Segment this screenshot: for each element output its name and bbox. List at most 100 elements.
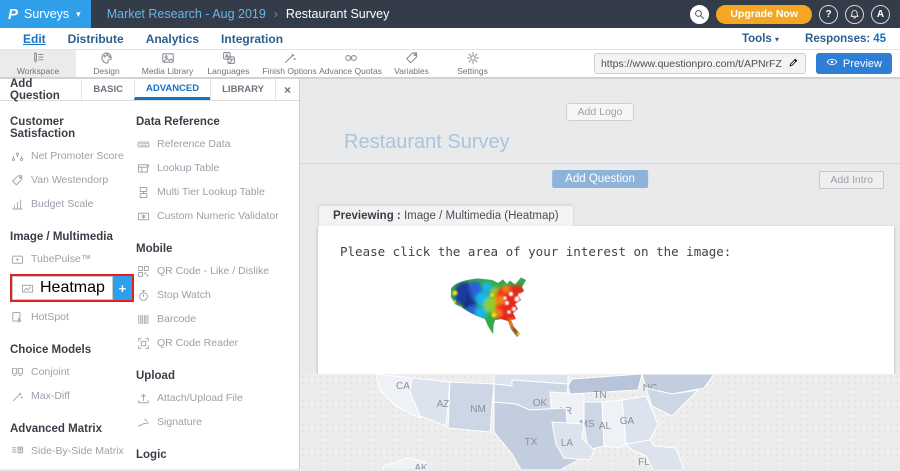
video-icon — [10, 252, 24, 266]
panel-tab-library[interactable]: LIBRARY — [210, 79, 275, 100]
section-title: Upload — [136, 370, 299, 382]
avatar[interactable]: A — [871, 5, 890, 24]
question-type-label: Reference Data — [157, 138, 231, 150]
state-label-fl: FL — [638, 457, 650, 468]
question-type-heatmap[interactable]: Heatmap — [12, 276, 113, 300]
question-type-conjoint[interactable]: Conjoint — [10, 360, 124, 384]
question-type-net-promoter-score[interactable]: Net Promoter Score — [10, 144, 124, 168]
section-title: Logic — [136, 449, 299, 461]
add-question-button[interactable]: Add Question — [552, 170, 648, 188]
responses-count: 45 — [873, 33, 886, 45]
question-type-reference-data[interactable]: Reference Data — [136, 132, 299, 156]
surveys-menu[interactable]: P Surveys ▾ — [0, 0, 91, 28]
section-title: Image / Multimedia — [10, 231, 124, 243]
qr-icon — [136, 264, 150, 278]
state-label-ga: GA — [620, 416, 635, 427]
question-type-qr-code-reader[interactable]: QR Code Reader — [136, 331, 299, 355]
question-type-hotspot[interactable]: HotSpot — [10, 305, 124, 329]
previewing-tab: Previewing : Image / Multimedia (Heatmap… — [318, 205, 574, 226]
divider — [300, 163, 900, 164]
question-type-max-diff[interactable]: Max-Diff — [10, 384, 124, 408]
toolbar-item-label: Design — [93, 66, 119, 76]
eye-icon — [826, 56, 838, 71]
question-type-label: QR Code Reader — [157, 337, 238, 349]
upload-icon — [136, 391, 150, 405]
question-type-randomizer[interactable]: Randomizer — [136, 465, 299, 469]
state-label-ak: AK — [414, 463, 428, 469]
conjoint-icon — [10, 365, 24, 379]
preview-button[interactable]: Preview — [816, 53, 892, 74]
question-type-van-westendorp[interactable]: Van Westendorp — [10, 168, 124, 192]
toolbar-item-languages[interactable]: Languages — [198, 50, 259, 77]
question-type-label: Net Promoter Score — [31, 150, 124, 162]
toolbar-item-label: Advance Quotas — [319, 66, 382, 76]
question-type-label: Custom Numeric Validator — [157, 210, 279, 222]
question-type-label: TubePulse™ — [31, 253, 91, 265]
nav-tab-edit[interactable]: Edit — [12, 32, 57, 46]
tag-icon — [10, 173, 24, 187]
nav-tab-analytics[interactable]: Analytics — [135, 32, 210, 46]
nav-tab-integration[interactable]: Integration — [210, 32, 294, 46]
responses-link[interactable]: Responses:45 — [805, 33, 886, 45]
panel-tab-advanced[interactable]: ADVANCED — [134, 79, 210, 100]
question-type-tubepulse[interactable]: TubePulse™ — [10, 247, 124, 271]
breadcrumb-survey: Restaurant Survey — [286, 7, 390, 21]
question-type-side-by-side-matrix[interactable]: Side-By-Side Matrix — [10, 439, 124, 463]
grid-icon — [10, 468, 24, 469]
question-type-lookup-table[interactable]: Lookup Table — [136, 156, 299, 180]
lookup-icon — [136, 161, 150, 175]
section-title: Advanced Matrix — [10, 423, 124, 435]
question-type-label: Max-Diff — [31, 390, 70, 402]
question-type-label: HotSpot — [31, 311, 69, 323]
panel-tab-basic[interactable]: BASIC — [81, 79, 134, 100]
toolbar-item-workspace[interactable]: Workspace — [0, 50, 76, 77]
toolbar-item-finish-options[interactable]: Finish Options — [259, 50, 320, 77]
question-type-multi-tier-lookup-table[interactable]: Multi Tier Lookup Table — [136, 180, 299, 204]
survey-title[interactable]: Restaurant Survey — [344, 131, 900, 154]
toolbar-item-design[interactable]: Design — [76, 50, 137, 77]
question-type-label: Multi Tier Lookup Table — [157, 186, 265, 198]
nav-tab-distribute[interactable]: Distribute — [57, 32, 135, 46]
state-label-al: AL — [599, 421, 612, 432]
survey-url: https://www.questionpro.com/t/APNrFZ — [601, 58, 782, 70]
upgrade-now-button[interactable]: Upgrade Now — [716, 5, 812, 24]
question-type-label: Side-By-Side Matrix — [31, 445, 124, 457]
state-shape-fl[interactable] — [626, 440, 684, 469]
validator-icon — [136, 209, 150, 223]
question-type-label: Barcode — [157, 313, 196, 325]
toolbar-item-label: Media Library — [142, 66, 194, 76]
usa-heatmap-image[interactable] — [448, 272, 552, 340]
notifications-button[interactable] — [845, 5, 864, 24]
toolbar-item-variables[interactable]: Variables — [381, 50, 442, 77]
pencil-icon[interactable] — [788, 55, 799, 73]
question-type-signature[interactable]: Signature — [136, 410, 299, 434]
question-type-stop-watch[interactable]: Stop Watch — [136, 283, 299, 307]
search-button[interactable] — [690, 5, 709, 24]
question-type-label: Van Westendorp — [31, 174, 108, 186]
toolbar-item-settings[interactable]: Settings — [442, 50, 503, 77]
media-icon — [161, 51, 175, 65]
toolbar-item-media-library[interactable]: Media Library — [137, 50, 198, 77]
question-type-budget-scale[interactable]: Budget Scale — [10, 192, 124, 216]
add-logo-button[interactable]: Add Logo — [566, 103, 635, 121]
question-type-label: Attach/Upload File — [157, 392, 243, 404]
close-panel-button[interactable]: × — [275, 79, 299, 100]
help-button[interactable]: ? — [819, 5, 838, 24]
question-type-barcode[interactable]: Barcode — [136, 307, 299, 331]
design-icon — [100, 51, 114, 65]
question-type-complex-grid-flex-matrix[interactable]: Complex Grid / Flex Matrix — [10, 463, 124, 469]
question-preview-card: Please click the area of your interest o… — [318, 226, 894, 374]
state-label-nm: NM — [470, 404, 486, 415]
tiers-icon — [136, 185, 150, 199]
question-type-attach-upload-file[interactable]: Attach/Upload File — [136, 386, 299, 410]
us-map-preview[interactable]: CAAZNMOKARTNNCSCMSALGATXLAFLAK — [300, 374, 900, 469]
question-type-custom-numeric-validator[interactable]: Custom Numeric Validator — [136, 204, 299, 228]
toolbar-item-advance-quotas[interactable]: Advance Quotas — [320, 50, 381, 77]
add-intro-button[interactable]: Add Intro — [819, 171, 884, 189]
breadcrumb-folder[interactable]: Market Research - Aug 2019 — [107, 7, 266, 21]
tools-menu[interactable]: Tools ▾ — [742, 33, 779, 45]
survey-url-field[interactable]: https://www.questionpro.com/t/APNrFZ — [594, 53, 806, 74]
qr-reader-icon — [136, 336, 150, 350]
question-type-qr-code-like-dislike[interactable]: QR Code - Like / Dislike — [136, 259, 299, 283]
toolbar: Workspace Design Media Library LanguagesFin… — [0, 50, 900, 79]
